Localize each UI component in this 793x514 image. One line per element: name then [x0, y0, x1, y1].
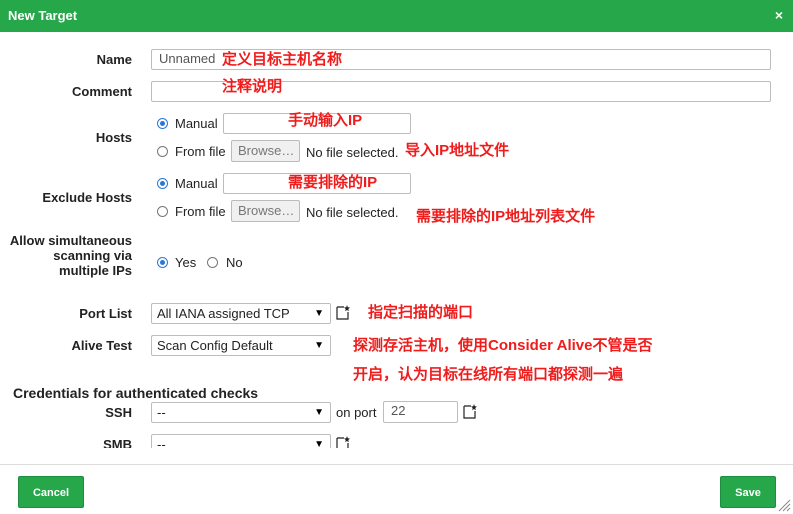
annotation-hosts-file: 导入IP地址文件: [405, 142, 510, 159]
new-icon[interactable]: [336, 435, 350, 448]
dialog-title: New Target: [8, 8, 78, 23]
exclude-no-file-text: No file selected.: [306, 205, 399, 220]
chevron-down-icon: ▼: [314, 340, 324, 351]
ssh-select[interactable]: -- ▼: [151, 402, 331, 423]
alive-test-select[interactable]: Scan Config Default ▼: [151, 335, 331, 356]
resize-grip-icon[interactable]: [777, 498, 791, 512]
port-list-value: All IANA assigned TCP: [157, 306, 290, 321]
port-list-select[interactable]: All IANA assigned TCP ▼: [151, 303, 331, 324]
cancel-button[interactable]: Cancel: [18, 476, 84, 508]
chevron-down-icon: ▼: [314, 439, 324, 448]
annotation-hosts-manual: 手动输入IP: [288, 112, 363, 129]
annotation-port-list: 指定扫描的端口: [368, 304, 474, 321]
smb-label: SMB: [103, 437, 132, 448]
annotation-exclude-manual: 需要排除的IP: [288, 174, 378, 191]
simultaneous-yes-radio[interactable]: [157, 257, 168, 268]
alive-test-label: Alive Test: [71, 338, 132, 353]
hosts-manual-label: Manual: [175, 116, 218, 131]
exclude-from-file-label: From file: [175, 204, 226, 219]
smb-value: --: [157, 437, 166, 448]
hosts-browse-button[interactable]: Browse…: [231, 140, 300, 162]
exclude-browse-button[interactable]: Browse…: [231, 200, 300, 222]
exclude-hosts-label: Exclude Hosts: [42, 190, 132, 205]
comment-label: Comment: [72, 84, 132, 99]
new-icon[interactable]: [336, 304, 350, 320]
annotation-name: 定义目标主机名称: [222, 51, 343, 68]
new-icon[interactable]: [463, 403, 477, 419]
dialog-content: Name Unnamed 定义目标主机名称 Comment 注释说明 Hosts…: [0, 32, 793, 448]
hosts-no-file-text: No file selected.: [306, 145, 399, 160]
annotation-exclude-file: 需要排除的IP地址列表文件: [416, 208, 596, 225]
annotation-alive-line2: 开启，认为目标在线所有端口都探测一遍: [353, 366, 624, 383]
ssh-value: --: [157, 405, 166, 420]
simultaneous-yes-label: Yes: [175, 255, 197, 270]
chevron-down-icon: ▼: [314, 407, 324, 418]
annotation-alive-line1: 探测存活主机，使用Consider Alive不管是否: [353, 337, 653, 354]
ssh-label: SSH: [105, 405, 132, 420]
ssh-port-input[interactable]: 22: [383, 401, 458, 423]
simultaneous-no-radio[interactable]: [207, 257, 218, 268]
dialog-footer: Cancel Save: [0, 464, 793, 514]
hosts-label: Hosts: [95, 130, 132, 145]
port-list-label: Port List: [79, 306, 132, 321]
credentials-heading: Credentials for authenticated checks: [13, 385, 259, 401]
exclude-from-file-radio[interactable]: [157, 206, 168, 217]
simultaneous-no-label: No: [226, 255, 243, 270]
name-label: Name: [96, 52, 132, 67]
ssh-on-port-label: on port: [336, 405, 377, 420]
exclude-manual-radio[interactable]: [157, 178, 168, 189]
close-icon[interactable]: ×: [775, 7, 783, 23]
save-button[interactable]: Save: [720, 476, 776, 508]
hosts-manual-radio[interactable]: [157, 118, 168, 129]
exclude-manual-label: Manual: [175, 176, 218, 191]
allow-simultaneous-label: Allow simultaneous scanning via multiple…: [9, 233, 132, 278]
hosts-from-file-label: From file: [175, 144, 226, 159]
alive-test-value: Scan Config Default: [157, 338, 273, 353]
dialog-titlebar: New Target ×: [0, 0, 793, 32]
smb-select[interactable]: -- ▼: [151, 434, 331, 448]
hosts-from-file-radio[interactable]: [157, 146, 168, 157]
annotation-comment: 注释说明: [222, 78, 283, 95]
chevron-down-icon: ▼: [314, 308, 324, 319]
